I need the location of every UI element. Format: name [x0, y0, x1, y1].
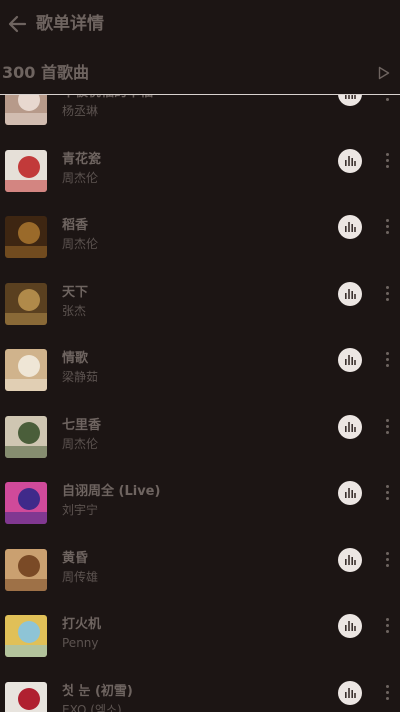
more-options-icon[interactable]: [380, 549, 394, 571]
song-artist: 杨丞琳: [62, 104, 99, 118]
equalizer-icon[interactable]: [338, 681, 362, 705]
album-cover: [5, 150, 47, 192]
song-count-bar: 300 首歌曲: [0, 50, 400, 95]
back-arrow-icon[interactable]: [6, 13, 28, 35]
album-cover: [5, 349, 47, 391]
more-options-icon[interactable]: [380, 416, 394, 438]
song-artist: 周杰伦: [62, 437, 99, 451]
song-title: 첫 눈 (初雪): [62, 684, 133, 699]
song-row[interactable]: 打火机 Penny: [0, 614, 400, 680]
equalizer-icon[interactable]: [338, 149, 362, 173]
song-row[interactable]: 七里香 周杰伦: [0, 415, 400, 481]
more-options-icon[interactable]: [380, 482, 394, 504]
more-options-icon[interactable]: [380, 150, 394, 172]
equalizer-icon[interactable]: [338, 348, 362, 372]
more-options-icon[interactable]: [380, 349, 394, 371]
song-title: 自诩周全 (Live): [62, 484, 161, 499]
song-row[interactable]: 青花瓷 周杰伦: [0, 149, 400, 215]
song-title: 青花瓷: [62, 152, 102, 167]
song-title: 情歌: [62, 351, 89, 366]
song-artist: 周传雄: [62, 570, 99, 584]
page-title: 歌单详情: [36, 14, 104, 34]
song-row[interactable]: 첫 눈 (初雪) EXO (엑소): [0, 681, 400, 712]
more-options-icon[interactable]: [380, 615, 394, 637]
play-all-icon[interactable]: [378, 66, 390, 80]
song-artist: 梁静茹: [62, 370, 99, 384]
song-artist: 张杰: [62, 304, 87, 318]
song-artist: 刘宇宁: [62, 503, 99, 517]
equalizer-icon[interactable]: [338, 415, 362, 439]
equalizer-icon[interactable]: [338, 614, 362, 638]
equalizer-icon[interactable]: [338, 481, 362, 505]
equalizer-icon[interactable]: [338, 548, 362, 572]
song-artist: EXO (엑소): [62, 703, 122, 712]
song-title: 黄昏: [62, 551, 89, 566]
song-title: 稻香: [62, 218, 89, 233]
top-bar: 歌单详情: [0, 0, 400, 50]
song-row[interactable]: 稻香 周杰伦: [0, 215, 400, 281]
song-artist: 周杰伦: [62, 237, 99, 251]
more-options-icon[interactable]: [380, 216, 394, 238]
song-title: 天下: [62, 285, 89, 300]
album-cover: [5, 682, 47, 712]
equalizer-icon[interactable]: [338, 215, 362, 239]
equalizer-icon[interactable]: [338, 282, 362, 306]
song-row[interactable]: 天下 张杰: [0, 282, 400, 348]
song-title: 七里香: [62, 418, 102, 433]
album-cover: [5, 416, 47, 458]
more-options-icon[interactable]: [380, 682, 394, 704]
more-options-icon[interactable]: [380, 283, 394, 305]
song-row[interactable]: 自诩周全 (Live) 刘宇宁: [0, 481, 400, 547]
song-row[interactable]: 情歌 梁静茹: [0, 348, 400, 414]
album-cover: [5, 482, 47, 524]
song-title: 打火机: [62, 617, 102, 632]
song-list: 不被祝福的幸福杨丞琳青花瓷周杰伦稻香周杰伦天下张杰情歌梁静茹七里香周杰伦自诩周全…: [0, 0, 400, 712]
album-cover: [5, 283, 47, 325]
song-row[interactable]: 黄昏 周传雄: [0, 548, 400, 614]
album-cover: [5, 549, 47, 591]
album-cover: [5, 615, 47, 657]
song-artist: 周杰伦: [62, 171, 99, 185]
album-cover: [5, 216, 47, 258]
song-count-label: 300 首歌曲: [2, 63, 89, 82]
song-artist: Penny: [62, 636, 99, 650]
